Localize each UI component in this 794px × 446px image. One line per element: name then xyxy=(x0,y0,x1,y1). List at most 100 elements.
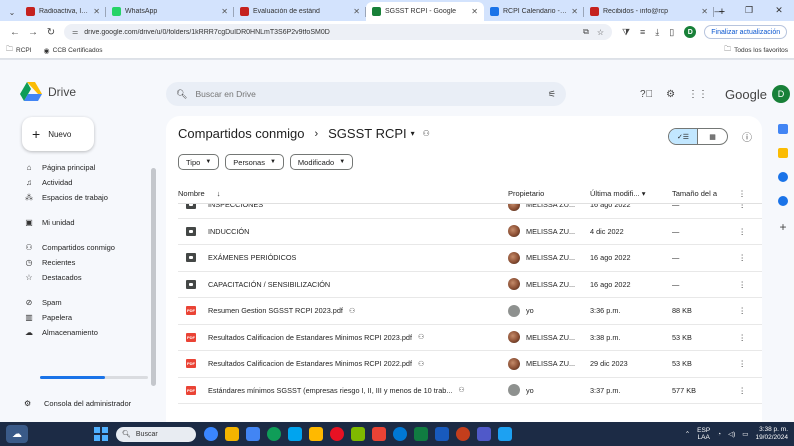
site-info-icon[interactable]: ⚌ xyxy=(72,28,78,36)
column-modified[interactable]: Última modifi... ▾ xyxy=(590,189,672,198)
new-button[interactable]: + Nuevo xyxy=(22,117,94,151)
back-icon[interactable]: ← xyxy=(6,27,24,38)
search-options-icon[interactable]: ⚟ xyxy=(548,89,556,100)
browser-tab[interactable]: Radioactiva, la e ✕ xyxy=(20,2,106,21)
sort-arrow-down-icon[interactable]: ↓ xyxy=(217,189,221,198)
taskbar-app-icon[interactable] xyxy=(456,427,470,441)
language-indicator[interactable]: ESP LAA xyxy=(697,427,710,441)
sidebar-item-storage[interactable]: ☁ Almacenamiento xyxy=(22,325,160,340)
taskbar-app-icon[interactable] xyxy=(435,427,449,441)
sidebar-item-spam[interactable]: ⊘ Spam xyxy=(22,295,160,310)
sidebar-item-my-drive[interactable]: ▣ Mi unidad xyxy=(22,215,160,230)
filter-people[interactable]: Personas ▼ xyxy=(225,154,284,170)
install-app-icon[interactable]: ⧉ xyxy=(583,27,589,37)
breadcrumb-root[interactable]: Compartidos conmigo xyxy=(178,126,304,141)
taskbar-app-icon[interactable] xyxy=(372,427,386,441)
sidebar-item-trash[interactable]: ▥ Papelera xyxy=(22,310,160,325)
row-more-vert-icon[interactable]: ⋮ xyxy=(732,386,752,395)
taskbar-app-icon[interactable] xyxy=(330,427,344,441)
search-icon[interactable]: 🔍︎ xyxy=(176,89,187,100)
more-vert-icon[interactable]: ⋮ xyxy=(732,189,752,198)
drive-logo[interactable]: Drive xyxy=(20,82,76,101)
table-row[interactable]: INDUCCIÓN MELISSA ZU... 4 dic 2022 — ⋮ xyxy=(178,219,762,245)
contacts-icon[interactable] xyxy=(778,196,788,206)
search-input[interactable] xyxy=(195,89,548,99)
browser-tab[interactable]: Evaluación de estánd ✕ xyxy=(234,2,366,21)
extensions-icon[interactable]: ⧩ xyxy=(622,27,630,38)
sidebar-item-home[interactable]: ⌂ Página principal xyxy=(22,160,160,175)
drive-search-bar[interactable]: 🔍︎ ⚟ xyxy=(166,82,566,106)
tab-close-icon[interactable]: ✕ xyxy=(353,7,360,16)
browser-tab[interactable]: SGSST RCPI - Google ✕ xyxy=(366,2,484,21)
tab-close-icon[interactable]: ✕ xyxy=(93,7,100,16)
row-more-vert-icon[interactable]: ⋮ xyxy=(732,359,752,368)
info-icon[interactable]: ⓘ xyxy=(742,129,752,144)
clock[interactable]: 3:38 p. m. 19/02/2024 xyxy=(755,426,788,442)
sidebar-item-workspaces[interactable]: ⁂ Espacios de trabajo xyxy=(22,190,160,205)
row-more-vert-icon[interactable]: ⋮ xyxy=(732,306,752,315)
taskbar-app-icon[interactable] xyxy=(414,427,428,441)
column-name[interactable]: Nombre ↓ xyxy=(178,189,508,198)
admin-console-link[interactable]: ⚙ Consola del administrador xyxy=(24,399,131,408)
taskbar-app-icon[interactable] xyxy=(393,427,407,441)
tab-search-icon[interactable]: ⌄ xyxy=(4,3,20,21)
table-row[interactable]: PDF Estándares mínimos SGSST (empresas ri… xyxy=(178,378,762,404)
taskbar-app-icon[interactable] xyxy=(351,427,365,441)
add-addon-icon[interactable]: + xyxy=(779,220,786,234)
apps-grid-icon[interactable]: ⋮⋮ xyxy=(688,89,708,100)
table-row[interactable]: PDF Resultados Calificacion de Estandares… xyxy=(178,325,762,351)
taskbar-app-icon[interactable] xyxy=(309,427,323,441)
browser-tab[interactable]: RCPI Calendario - en ✕ xyxy=(484,2,584,21)
column-size[interactable]: Tamaño del a xyxy=(672,189,732,198)
table-row[interactable]: PDF Resultados Calificacion de Estandares… xyxy=(178,351,762,378)
account-avatar[interactable]: D xyxy=(771,85,790,103)
taskbar-app-icon[interactable] xyxy=(246,427,260,441)
breadcrumb-current[interactable]: SGSST RCPI xyxy=(328,126,407,141)
sidebar-item-starred[interactable]: ☆ Destacados xyxy=(22,270,160,285)
forward-icon[interactable]: → xyxy=(24,27,42,38)
tab-close-icon[interactable]: ✕ xyxy=(571,7,578,16)
taskbar-app-icon[interactable] xyxy=(288,427,302,441)
row-more-vert-icon[interactable]: ⋮ xyxy=(732,333,752,342)
browser-tab[interactable]: Recibidos - info@rcp ✕ xyxy=(584,2,714,21)
chevron-down-icon[interactable]: ▾ xyxy=(411,129,415,138)
browser-tab[interactable]: WhatsApp ✕ xyxy=(106,2,234,21)
close-window-icon[interactable]: ✕ xyxy=(764,0,794,21)
wifi-icon[interactable]: ◔ xyxy=(717,431,721,438)
table-row[interactable]: EXÁMENES PERIÓDICOS MELISSA ZU... 16 ago 2… xyxy=(178,245,762,272)
address-bar[interactable]: ⚌ drive.google.com/drive/u/0/folders/1kR… xyxy=(64,24,612,40)
column-owner[interactable]: Propietario xyxy=(508,189,590,198)
minimize-icon[interactable]: — xyxy=(704,0,734,21)
table-row[interactable]: CAPACITACIÓN / SENSIBILIZACIÓN MELISSA ZU… xyxy=(178,272,762,298)
filter-type[interactable]: Tipo ▼ xyxy=(178,154,220,170)
row-more-vert-icon[interactable]: ⋮ xyxy=(732,280,752,289)
settings-gear-icon[interactable]: ⚙ xyxy=(666,89,675,100)
volume-icon[interactable]: ◁) xyxy=(728,430,735,438)
reload-icon[interactable]: ↻ xyxy=(42,27,60,38)
list-view-icon[interactable]: ✓☰ xyxy=(669,129,699,144)
sidebar-item-shared[interactable]: ⚇ Compartidos conmigo xyxy=(22,240,160,255)
battery-icon[interactable]: ▭ xyxy=(742,430,748,438)
filter-modified[interactable]: Modificado ▼ xyxy=(289,154,354,170)
row-more-vert-icon[interactable]: ⋮ xyxy=(732,204,752,209)
finish-update-button[interactable]: Finalizar actualización xyxy=(704,25,788,39)
downloads-icon[interactable]: ⤓ xyxy=(655,27,659,38)
help-icon[interactable]: ?⃝ xyxy=(640,89,653,100)
reading-list-icon[interactable]: ≡ xyxy=(640,27,645,37)
side-panel-icon[interactable]: ▯ xyxy=(669,27,674,38)
tray-chevron-icon[interactable]: ⌃ xyxy=(685,430,690,438)
calendar-icon[interactable] xyxy=(778,124,788,134)
row-more-vert-icon[interactable]: ⋮ xyxy=(732,227,752,236)
profile-avatar[interactable]: D xyxy=(684,26,697,38)
table-row[interactable]: INSPECCIONES MELISSA ZU... 16 ago 2022 — ⋮ xyxy=(178,204,762,219)
tasks-icon[interactable] xyxy=(778,172,788,182)
taskbar-app-icon[interactable] xyxy=(225,427,239,441)
weather-icon[interactable]: ☁ xyxy=(6,425,28,443)
row-more-vert-icon[interactable]: ⋮ xyxy=(732,253,752,262)
sidebar-item-activity[interactable]: ♫ Actividad xyxy=(22,175,160,190)
table-row[interactable]: PDF Resumen Gestion SGSST RCPI 2023.pdf ⚇ y… xyxy=(178,298,762,325)
bookmark-star-icon[interactable]: ☆ xyxy=(597,28,604,37)
taskbar-search[interactable]: 🔍︎ Buscar xyxy=(116,426,196,442)
taskbar-app-icon[interactable] xyxy=(204,427,218,441)
bookmark-rcpi[interactable]: 🗀 RCPI xyxy=(6,45,32,56)
